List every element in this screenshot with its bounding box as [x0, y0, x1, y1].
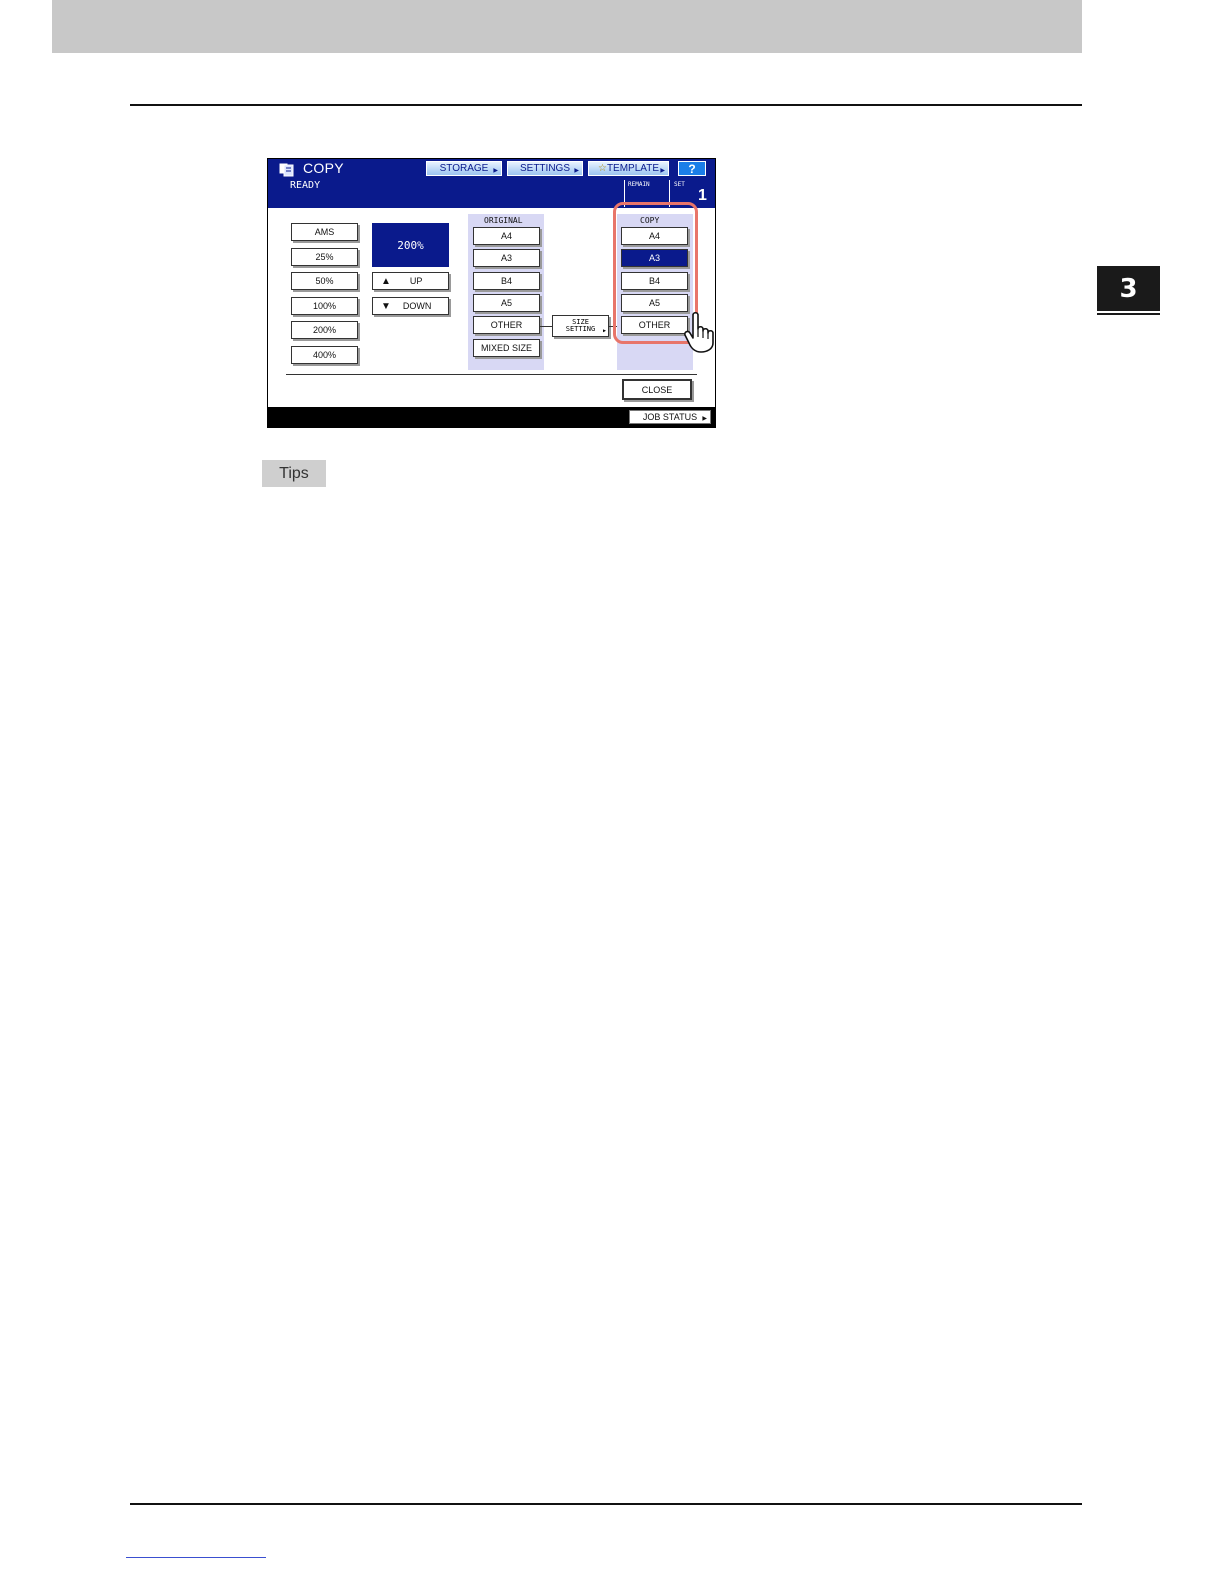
arrow-icon: ▶: [493, 168, 498, 174]
settings-label: SETTINGS: [519, 163, 570, 174]
panel-footer: JOB STATUS ▶: [268, 408, 715, 427]
zoom-25-button[interactable]: 25%: [291, 248, 358, 266]
original-b4-button[interactable]: B4: [473, 272, 540, 290]
arrow-icon: ▶: [702, 416, 707, 422]
down-label: DOWN: [402, 301, 432, 311]
up-label: UP: [409, 276, 423, 286]
zoom-50-button[interactable]: 50%: [291, 272, 358, 290]
zoom-200-button[interactable]: 200%: [291, 321, 358, 339]
zoom-100-button[interactable]: 100%: [291, 297, 358, 315]
chapter-tab[interactable]: 3: [1097, 266, 1160, 311]
remain-label: REMAIN: [628, 181, 650, 188]
settings-button[interactable]: SETTINGS ▶: [507, 161, 583, 176]
original-label: ORIGINAL: [484, 216, 523, 225]
arrow-icon: ▶: [602, 328, 606, 334]
status-text: READY: [290, 180, 321, 191]
copy-mode-icon: [278, 162, 294, 177]
star-icon: ☆: [597, 163, 607, 174]
panel-header: COPY STORAGE ▶ SETTINGS ▶ ☆ TEMPLATE ▶ ? REA…: [268, 159, 715, 208]
original-a5-button[interactable]: A5: [473, 294, 540, 312]
pointing-hand-icon: [684, 311, 714, 353]
zoom-panel-body: AMS 25% 50% 100% 200% 400% 200% ▲ UP ▼ D…: [268, 202, 715, 407]
tips-label: Tips: [262, 460, 326, 487]
zoom-up-button[interactable]: ▲ UP: [372, 272, 449, 290]
arrow-icon: ▶: [660, 168, 665, 174]
arrow-icon: ▶: [574, 168, 579, 174]
chapter-tab-underline: [1097, 313, 1160, 315]
up-arrow-icon: ▲: [381, 275, 391, 287]
copier-touch-panel: COPY STORAGE ▶ SETTINGS ▶ ☆ TEMPLATE ▶ ? REA…: [267, 158, 716, 428]
down-arrow-icon: ▼: [381, 300, 391, 312]
mixed-size-button[interactable]: MIXED SIZE: [473, 339, 540, 357]
set-label: SET: [674, 181, 685, 188]
close-button[interactable]: CLOSE: [622, 379, 692, 400]
divider: [286, 374, 697, 375]
mode-title: COPY: [303, 160, 344, 176]
size-setting-button[interactable]: SIZE SETTING ▶: [552, 315, 609, 337]
zoom-ams-button[interactable]: AMS: [291, 223, 358, 241]
page-header-bar: [52, 0, 1082, 53]
original-a4-button[interactable]: A4: [473, 227, 540, 245]
job-status-label: JOB STATUS: [642, 412, 698, 422]
header-rule: [130, 104, 1082, 106]
storage-button[interactable]: STORAGE ▶: [426, 161, 502, 176]
connector-line: [540, 326, 552, 327]
set-count: 1: [698, 187, 707, 204]
size-setting-line2: SETTING: [565, 325, 596, 333]
footer-link-underline[interactable]: [126, 1557, 266, 1558]
zoom-down-button[interactable]: ▼ DOWN: [372, 297, 449, 315]
original-a3-button[interactable]: A3: [473, 249, 540, 267]
zoom-400-button[interactable]: 400%: [291, 346, 358, 364]
original-other-button[interactable]: OTHER: [473, 316, 540, 334]
template-button[interactable]: ☆ TEMPLATE ▶: [588, 161, 669, 176]
job-status-button[interactable]: JOB STATUS ▶: [629, 410, 711, 424]
storage-label: STORAGE: [439, 163, 489, 174]
zoom-ratio-display: 200%: [372, 223, 449, 267]
footer-rule: [130, 1503, 1082, 1505]
template-label: TEMPLATE: [606, 163, 659, 174]
help-button[interactable]: ?: [678, 161, 706, 176]
